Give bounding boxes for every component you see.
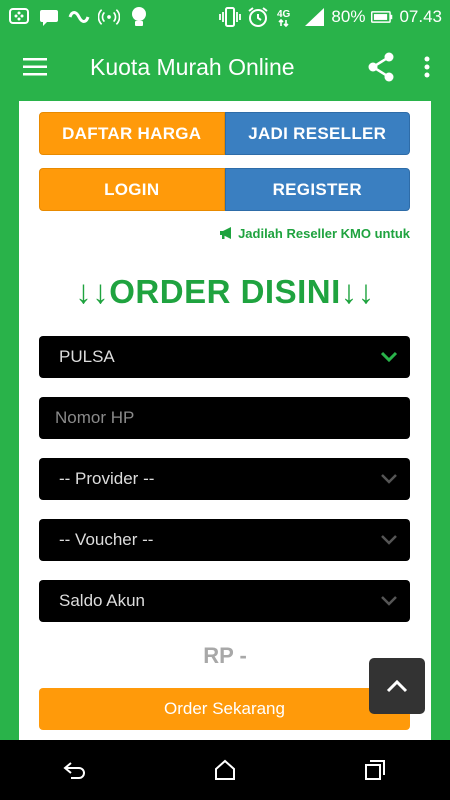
app-bar: Kuota Murah Online: [0, 33, 450, 101]
chat-icon: [38, 6, 60, 28]
hamburger-icon: [23, 58, 47, 76]
top-button-row: DAFTAR HARGA JADI RESELLER: [39, 112, 410, 155]
alarm-icon: [247, 6, 269, 28]
reseller-notice[interactable]: Jadilah Reseller KMO untuk: [39, 226, 410, 241]
phone-number-placeholder: Nomor HP: [55, 408, 135, 427]
sync-icon: [68, 6, 90, 28]
phone-number-input[interactable]: Nomor HP: [39, 397, 410, 439]
svg-text:4G: 4G: [277, 9, 291, 20]
content-card: DAFTAR HARGA JADI RESELLER LOGIN REGISTE…: [19, 101, 431, 740]
voucher-select-value: -- Voucher --: [59, 530, 154, 549]
scroll-to-top-button[interactable]: [369, 658, 425, 714]
voucher-select[interactable]: -- Voucher --: [39, 519, 410, 561]
provider-select-value: -- Provider --: [59, 469, 155, 488]
share-button[interactable]: [358, 33, 404, 101]
status-icons-right: 4G 80% 07.43: [219, 6, 450, 28]
navigation-bar: [0, 740, 450, 800]
payment-select-value: Saldo Akun: [59, 591, 146, 610]
more-vert-icon: [424, 56, 430, 78]
signal-icon: [303, 6, 325, 28]
recent-apps-button[interactable]: [340, 740, 410, 800]
provider-select[interactable]: -- Provider --: [39, 458, 410, 500]
login-button[interactable]: LOGIN: [39, 168, 225, 211]
home-button[interactable]: [190, 740, 260, 800]
chevron-down-icon: [381, 535, 397, 545]
megaphone-icon: [220, 227, 232, 239]
battery-percent: 80%: [331, 6, 366, 26]
bbm-icon: [8, 6, 30, 28]
nfc-icon: [98, 6, 120, 28]
chevron-down-icon: [380, 351, 398, 363]
back-button[interactable]: [40, 740, 110, 800]
home-icon: [215, 759, 235, 780]
auth-button-row: LOGIN REGISTER: [39, 168, 410, 211]
chevron-up-icon: [386, 679, 408, 693]
recent-apps-icon: [365, 760, 385, 780]
order-now-button[interactable]: Order Sekarang: [39, 688, 410, 730]
order-heading: ↓↓ORDER DISINI↓↓: [75, 273, 375, 310]
vibrate-icon: [219, 6, 242, 28]
overflow-menu-button[interactable]: [404, 33, 450, 101]
jadi-reseller-button[interactable]: JADI RESELLER: [224, 112, 410, 155]
battery-icon: [371, 6, 393, 28]
app-title: Kuota Murah Online: [90, 53, 295, 80]
register-button[interactable]: REGISTER: [224, 168, 410, 211]
product-select[interactable]: PULSA: [39, 336, 410, 378]
notice-text: Jadilah Reseller KMO untuk: [238, 226, 410, 241]
status-icons-left: [0, 6, 150, 28]
share-icon: [368, 52, 394, 82]
clock: 07.43: [399, 6, 442, 26]
daftar-harga-button[interactable]: DAFTAR HARGA: [39, 112, 225, 155]
chevron-down-icon: [381, 596, 397, 606]
back-icon: [63, 762, 85, 779]
payment-select[interactable]: Saldo Akun: [39, 580, 410, 622]
menu-button[interactable]: [0, 33, 70, 101]
chevron-down-icon: [381, 474, 397, 484]
network-4g-icon: 4G: [275, 6, 297, 28]
bulb-icon: [128, 6, 150, 28]
product-select-value: PULSA: [59, 347, 115, 366]
status-bar: 4G 80% 07.43: [0, 0, 450, 33]
